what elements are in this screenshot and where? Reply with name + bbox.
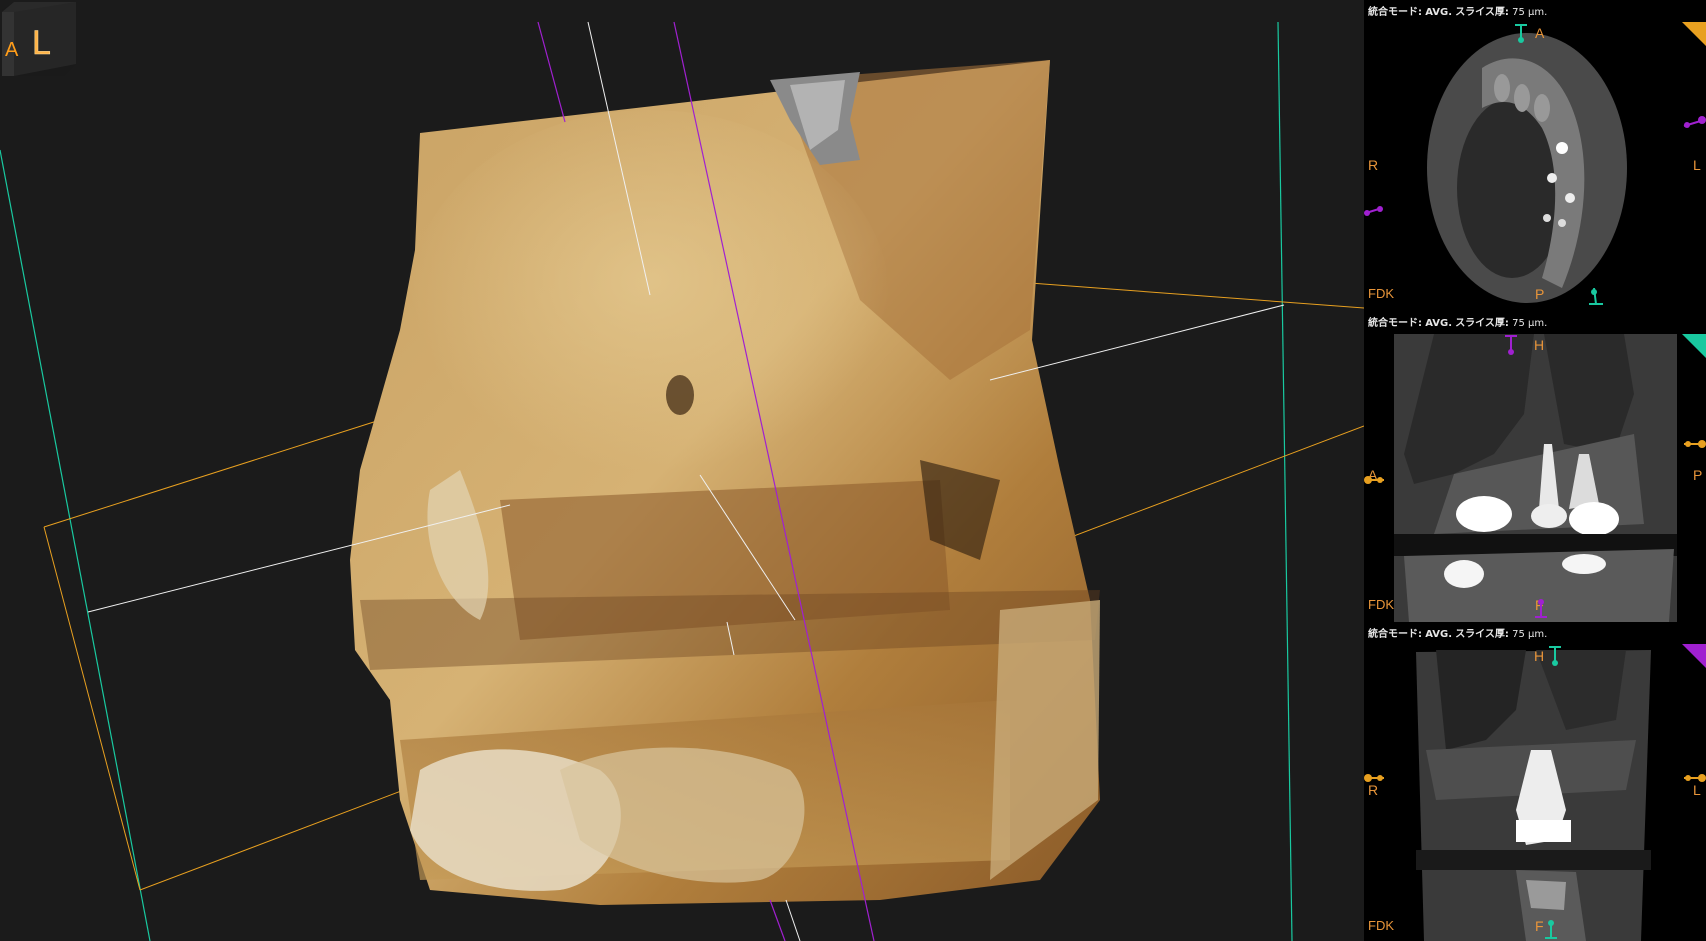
mode-label: 統合モード: bbox=[1368, 318, 1422, 329]
mode-value: AVG. bbox=[1425, 7, 1452, 18]
orientation-label-right: P bbox=[1693, 467, 1703, 483]
sagittal-handle-icon[interactable] bbox=[1504, 335, 1518, 357]
pane-header: 統合モード: AVG. スライス厚: 75 μm. bbox=[1368, 3, 1547, 18]
sagittal-handle-icon[interactable] bbox=[1534, 597, 1548, 619]
coronal-handle-icon[interactable] bbox=[1548, 646, 1562, 668]
orientation-label-top: H bbox=[1534, 337, 1545, 353]
reference-line bbox=[989, 304, 1285, 381]
thickness-value: 75 μm. bbox=[1512, 629, 1548, 640]
mode-label: 統合モード: bbox=[1368, 7, 1422, 18]
coronal-handle-icon[interactable] bbox=[1514, 24, 1528, 44]
sagittal-slice-pane[interactable]: 統合モード: AVG. スライス厚: 75 μm. H F R L FDK bbox=[1364, 622, 1706, 941]
thickness-label: スライス厚: bbox=[1455, 318, 1509, 329]
thickness-value: 75 μm. bbox=[1512, 7, 1548, 18]
axial-handle-icon[interactable] bbox=[1682, 438, 1706, 450]
pane-header: 統合モード: AVG. スライス厚: 75 μm. bbox=[1368, 314, 1547, 329]
bone-volume[interactable] bbox=[350, 60, 1100, 905]
orientation-label-top: H bbox=[1534, 648, 1545, 664]
sagittal-ct-image[interactable] bbox=[1416, 650, 1656, 941]
coronal-slice-pane[interactable]: 統合モード: AVG. スライス厚: 75 μm. H F A P FDK bbox=[1364, 311, 1706, 622]
pane-header: 統合モード: AVG. スライス厚: 75 μm. bbox=[1368, 625, 1547, 640]
orientation-label-left: R bbox=[1368, 157, 1379, 173]
axial-slice-pane[interactable]: 統合モード: AVG. スライス厚: 75 μm. A P R L FDK bbox=[1364, 0, 1706, 311]
sagittal-corner-icon[interactable] bbox=[1682, 644, 1706, 668]
thickness-value: 75 μm. bbox=[1512, 318, 1548, 329]
coronal-ct-image[interactable] bbox=[1394, 334, 1677, 622]
axial-corner-icon[interactable] bbox=[1682, 22, 1706, 46]
thickness-label: スライス厚: bbox=[1455, 7, 1509, 18]
reconstruction-label: FDK bbox=[1368, 286, 1394, 301]
reference-line bbox=[785, 899, 801, 941]
orientation-label-right: L bbox=[1693, 157, 1701, 173]
axial-handle-icon[interactable] bbox=[1364, 772, 1386, 784]
mode-value: AVG. bbox=[1425, 629, 1452, 640]
coronal-handle-icon[interactable] bbox=[1544, 918, 1558, 940]
reconstruction-label: FDK bbox=[1368, 918, 1394, 933]
orientation-cube-face-label: L bbox=[32, 24, 51, 62]
orientation-label-bottom: F bbox=[1535, 918, 1544, 934]
volume-render-view[interactable]: A L bbox=[0, 0, 1364, 941]
mode-value: AVG. bbox=[1425, 318, 1452, 329]
orientation-cube-side-label: A bbox=[5, 39, 19, 61]
sagittal-plane-line bbox=[537, 21, 566, 123]
coronal-boundary-line bbox=[0, 149, 151, 941]
orientation-label-bottom: P bbox=[1535, 286, 1545, 302]
sagittal-handle-icon[interactable] bbox=[1682, 116, 1706, 130]
sagittal-handle-icon[interactable] bbox=[1364, 205, 1386, 217]
orientation-cube[interactable]: A L bbox=[0, 0, 78, 78]
axial-plane-line bbox=[1029, 282, 1364, 309]
axial-handle-icon[interactable] bbox=[1364, 474, 1386, 486]
orientation-label-left: R bbox=[1368, 782, 1379, 798]
coronal-corner-icon[interactable] bbox=[1682, 334, 1706, 358]
cbct-viewer: A L 統合モード: AVG. スライス厚: 75 μm. A P R L FD… bbox=[0, 0, 1706, 941]
sagittal-plane-line bbox=[769, 899, 786, 941]
axial-plane-line bbox=[43, 526, 141, 891]
coronal-boundary-line-right bbox=[1277, 21, 1293, 941]
volume-render-canvas[interactable] bbox=[0, 0, 1364, 941]
orientation-label-right: L bbox=[1693, 782, 1701, 798]
axial-plane-line bbox=[43, 419, 381, 528]
mpr-sidebar: 統合モード: AVG. スライス厚: 75 μm. A P R L FDK 統合… bbox=[1364, 0, 1706, 941]
orientation-label-top: A bbox=[1535, 25, 1545, 41]
axial-handle-icon[interactable] bbox=[1682, 772, 1706, 784]
reconstruction-label: FDK bbox=[1368, 597, 1394, 612]
mode-label: 統合モード: bbox=[1368, 629, 1422, 640]
axial-ct-image[interactable] bbox=[1422, 28, 1632, 308]
coronal-handle-icon[interactable] bbox=[1586, 288, 1606, 308]
thickness-label: スライス厚: bbox=[1455, 629, 1509, 640]
